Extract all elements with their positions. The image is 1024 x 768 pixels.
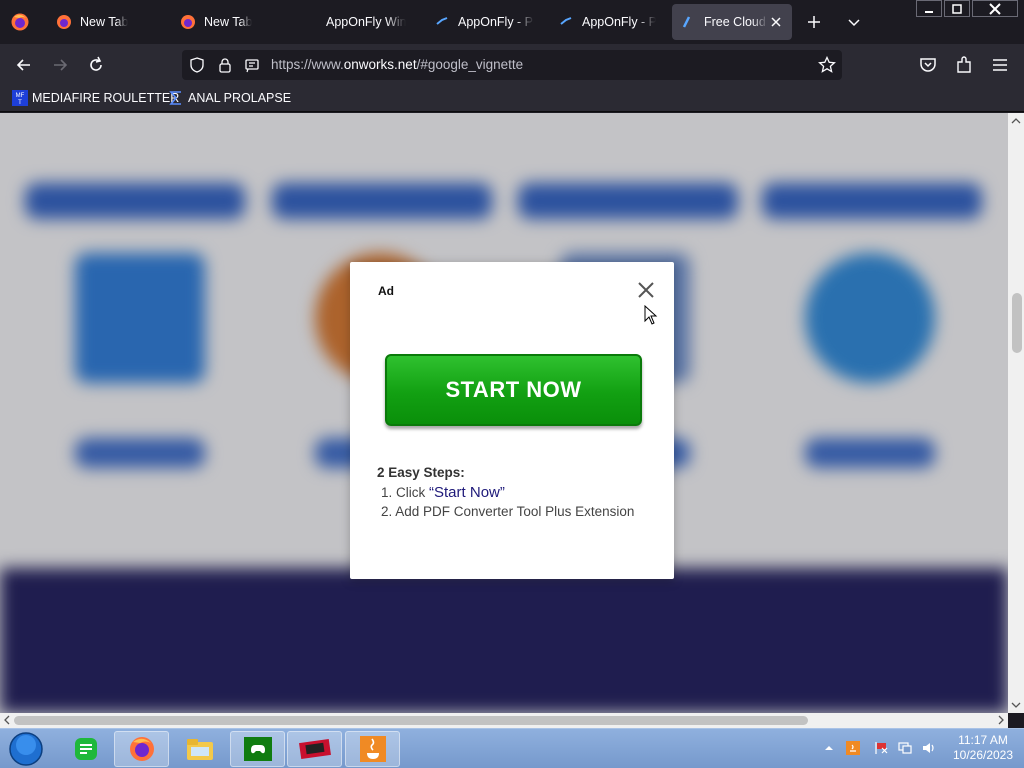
network-icon[interactable] xyxy=(898,741,912,755)
tab-title: New Tab xyxy=(204,15,253,29)
start-orb-icon[interactable] xyxy=(7,731,45,767)
chevron-down-icon[interactable] xyxy=(844,12,864,32)
volume-icon[interactable] xyxy=(922,741,936,755)
tab-new-tab-1[interactable]: New Tab xyxy=(48,4,168,40)
svg-text:T: T xyxy=(18,100,22,106)
step-1-prefix: 1. Click xyxy=(381,485,430,500)
ad-label: Ad xyxy=(378,284,394,298)
tab-title: AppOnFly Windows xyxy=(326,15,406,29)
notes-icon xyxy=(74,738,97,760)
pocket-icon[interactable] xyxy=(918,55,938,75)
new-tab-icon[interactable] xyxy=(804,12,824,32)
taskbar-app-media[interactable] xyxy=(287,731,342,767)
step-1: 1. Click “Start Now” xyxy=(381,484,505,501)
maximize-button[interactable] xyxy=(944,0,970,17)
tab-apponfly-port-1[interactable]: AppOnFly - Port xyxy=(426,4,542,40)
tab-strip: New Tab New Tab AppOnFly Windows AppOnFl… xyxy=(0,0,1024,44)
scroll-up-icon[interactable] xyxy=(1011,116,1021,126)
system-clock[interactable]: 11:17 AM 10/26/2023 xyxy=(948,733,1018,763)
step-2: 2. Add PDF Converter Tool Plus Extension xyxy=(381,504,635,519)
reload-icon[interactable] xyxy=(86,55,106,75)
mft-icon: MFT xyxy=(12,90,28,106)
shield-icon[interactable] xyxy=(189,57,205,73)
bookmark-mediafire-rouletter[interactable]: MF T MEDIAFIRE ROULETTER xyxy=(12,90,179,106)
minimize-icon xyxy=(925,10,933,13)
mouse-cursor-icon xyxy=(644,305,658,325)
menu-hamburger-icon[interactable] xyxy=(990,55,1010,75)
maximize-icon xyxy=(952,3,962,14)
tray-app-icon[interactable] xyxy=(846,741,860,755)
tab-title: AppOnFly - Port xyxy=(582,15,656,29)
taskbar: 11:17 AM 10/26/2023 xyxy=(0,728,1024,768)
tab-new-tab-2[interactable]: New Tab xyxy=(172,4,296,40)
bookmark-star-icon[interactable] xyxy=(818,56,836,74)
ad-modal: Ad START NOW 2 Easy Steps: 1. Click “Sta… xyxy=(350,262,674,579)
firefox-view-icon[interactable] xyxy=(10,12,30,32)
bookmark-label: ANAL PROLAPSE xyxy=(188,91,292,105)
close-icon xyxy=(989,2,1001,15)
extensions-icon[interactable] xyxy=(954,55,974,75)
clock-time: 11:17 AM xyxy=(958,733,1008,747)
taskbar-app-xbox[interactable] xyxy=(230,731,285,767)
action-center-flag-icon[interactable] xyxy=(874,741,888,755)
vertical-scroll-thumb[interactable] xyxy=(1012,293,1022,353)
apponfly-icon xyxy=(560,17,572,25)
scroll-left-icon[interactable] xyxy=(2,715,12,725)
horizontal-scroll-thumb[interactable] xyxy=(14,716,808,725)
steps-title: 2 Easy Steps: xyxy=(377,465,465,480)
taskbar-app-file-explorer[interactable] xyxy=(172,731,227,767)
url-prefix: https://www. xyxy=(271,57,344,72)
sigma-icon xyxy=(169,91,181,105)
firefox-icon xyxy=(181,15,195,29)
bookmarks-toolbar: MF T MEDIAFIRE ROULETTER ANAL PROLAPSE xyxy=(0,86,1024,112)
bookmark-label: MEDIAFIRE ROULETTER xyxy=(32,91,180,105)
taskbar-app-java[interactable] xyxy=(345,731,400,767)
media-icon xyxy=(298,738,331,760)
close-window-button[interactable] xyxy=(972,0,1018,17)
tab-title: AppOnFly - Port xyxy=(458,15,534,29)
svg-text:MF: MF xyxy=(16,93,25,99)
taskbar-app-firefox[interactable] xyxy=(114,731,169,767)
navigation-toolbar: https://www.onworks.net/#google_vignette xyxy=(0,44,1024,86)
scroll-down-icon[interactable] xyxy=(1011,700,1021,710)
forward-arrow-icon[interactable] xyxy=(50,55,70,75)
lock-icon[interactable] xyxy=(217,57,233,73)
xbox-icon xyxy=(243,737,272,761)
vertical-scrollbar[interactable] xyxy=(1008,113,1024,713)
close-icon[interactable] xyxy=(637,281,655,299)
page-info-icon[interactable] xyxy=(244,57,260,73)
apponfly-icon xyxy=(682,16,691,28)
show-hidden-icons-icon[interactable] xyxy=(822,741,836,755)
minimize-button[interactable] xyxy=(916,0,942,17)
apponfly-icon xyxy=(436,17,448,25)
window-controls xyxy=(914,0,1018,18)
clock-date: 10/26/2023 xyxy=(952,748,1014,762)
java-icon xyxy=(359,736,386,762)
firefox-icon xyxy=(129,737,154,761)
url-host: onworks.net xyxy=(343,57,417,72)
step-1-quote: “Start Now” xyxy=(429,484,505,501)
scroll-right-icon[interactable] xyxy=(996,715,1006,725)
taskbar-app-notes[interactable] xyxy=(58,731,113,767)
tab-title: New Tab xyxy=(80,15,129,29)
tab-apponfly-port-2[interactable]: AppOnFly - Port xyxy=(550,4,664,40)
url-text[interactable]: https://www.onworks.net/#google_vignette xyxy=(271,57,523,72)
tab-title: Free Cloud Hosting xyxy=(704,15,768,29)
bookmark-anal-prolapse[interactable]: ANAL PROLAPSE xyxy=(168,90,291,106)
file-explorer-icon xyxy=(186,739,213,760)
horizontal-scrollbar[interactable] xyxy=(0,713,1008,728)
start-now-button[interactable]: START NOW xyxy=(385,354,642,426)
firefox-icon xyxy=(57,15,71,29)
close-tab-icon[interactable] xyxy=(768,14,784,30)
back-arrow-icon[interactable] xyxy=(14,55,34,75)
address-bar[interactable]: https://www.onworks.net/#google_vignette xyxy=(182,50,842,80)
tab-free-cloud-hosting[interactable]: Free Cloud Hosting xyxy=(672,4,792,40)
url-suffix: /#google_vignette xyxy=(416,57,524,72)
tab-apponfly-windows[interactable]: AppOnFly Windows xyxy=(318,4,414,40)
